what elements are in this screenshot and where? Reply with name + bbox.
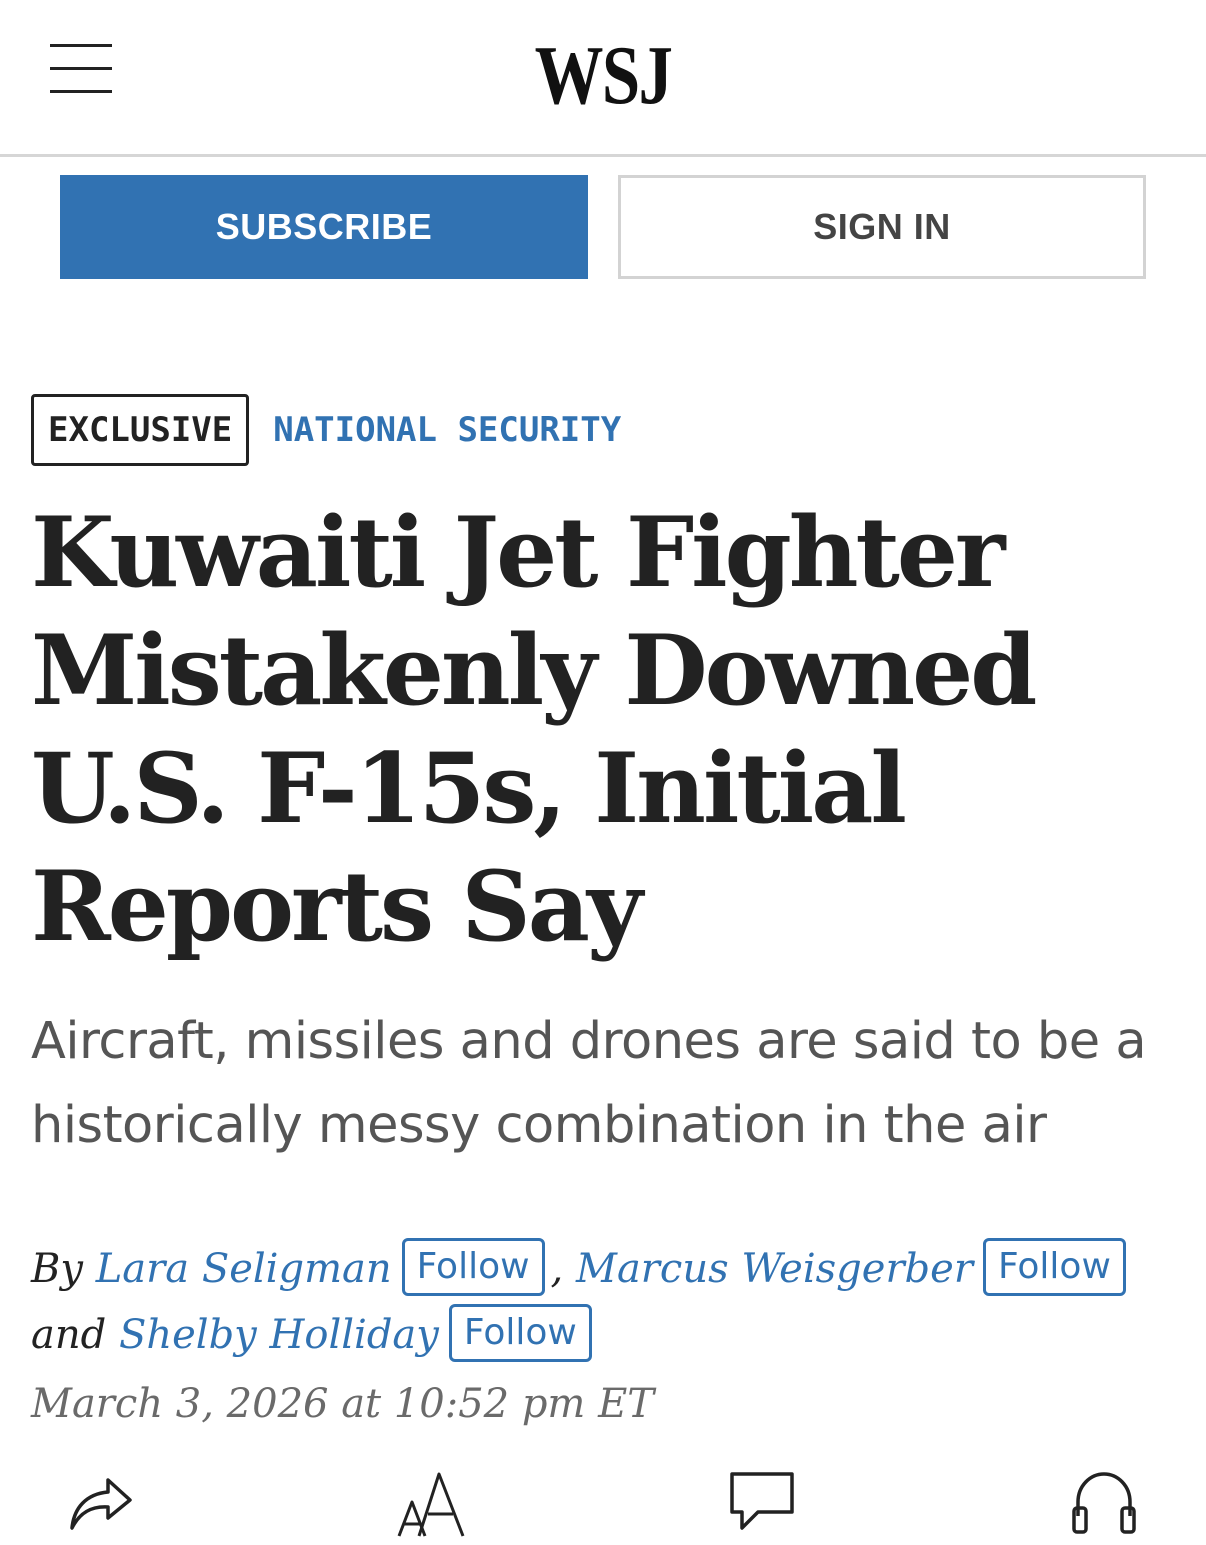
article-flags: EXCLUSIVE NATIONAL SECURITY xyxy=(31,394,621,466)
author-link[interactable]: Shelby Holliday xyxy=(119,1312,439,1358)
text-size-icon[interactable] xyxy=(395,1468,471,1540)
sign-in-button[interactable]: SIGN IN xyxy=(618,175,1146,279)
exclusive-badge: EXCLUSIVE xyxy=(31,394,250,466)
subscribe-button[interactable]: SUBSCRIBE xyxy=(60,175,588,279)
hamburger-menu-icon[interactable] xyxy=(50,42,112,96)
publish-timestamp: March 3, 2026 at 10:52 pm ET xyxy=(31,1381,654,1427)
follow-button[interactable]: Follow xyxy=(448,1304,592,1362)
wsj-logo[interactable]: WSJ xyxy=(109,28,1098,124)
share-icon[interactable] xyxy=(68,1468,138,1538)
listen-audio-icon[interactable] xyxy=(1070,1468,1138,1538)
author-link[interactable]: Marcus Weisgerber xyxy=(576,1246,973,1292)
byline-by: By xyxy=(31,1246,83,1292)
byline-and: and xyxy=(31,1312,107,1358)
byline-separator: , xyxy=(550,1246,564,1292)
author-link[interactable]: Lara Seligman xyxy=(96,1246,392,1292)
byline: By Lara Seligman Follow, Marcus Weisgerbe… xyxy=(31,1236,1181,1368)
article-headline: Kuwaiti Jet Fighter Mistakenly Downed U.… xyxy=(31,496,1037,963)
section-link[interactable]: NATIONAL SECURITY xyxy=(273,410,621,450)
comment-icon[interactable] xyxy=(728,1468,798,1534)
follow-button[interactable]: Follow xyxy=(982,1238,1126,1296)
follow-button[interactable]: Follow xyxy=(401,1238,545,1296)
article-dek: Aircraft, missiles and drones are said t… xyxy=(31,1012,1147,1155)
top-header: WSJ xyxy=(0,0,1206,157)
